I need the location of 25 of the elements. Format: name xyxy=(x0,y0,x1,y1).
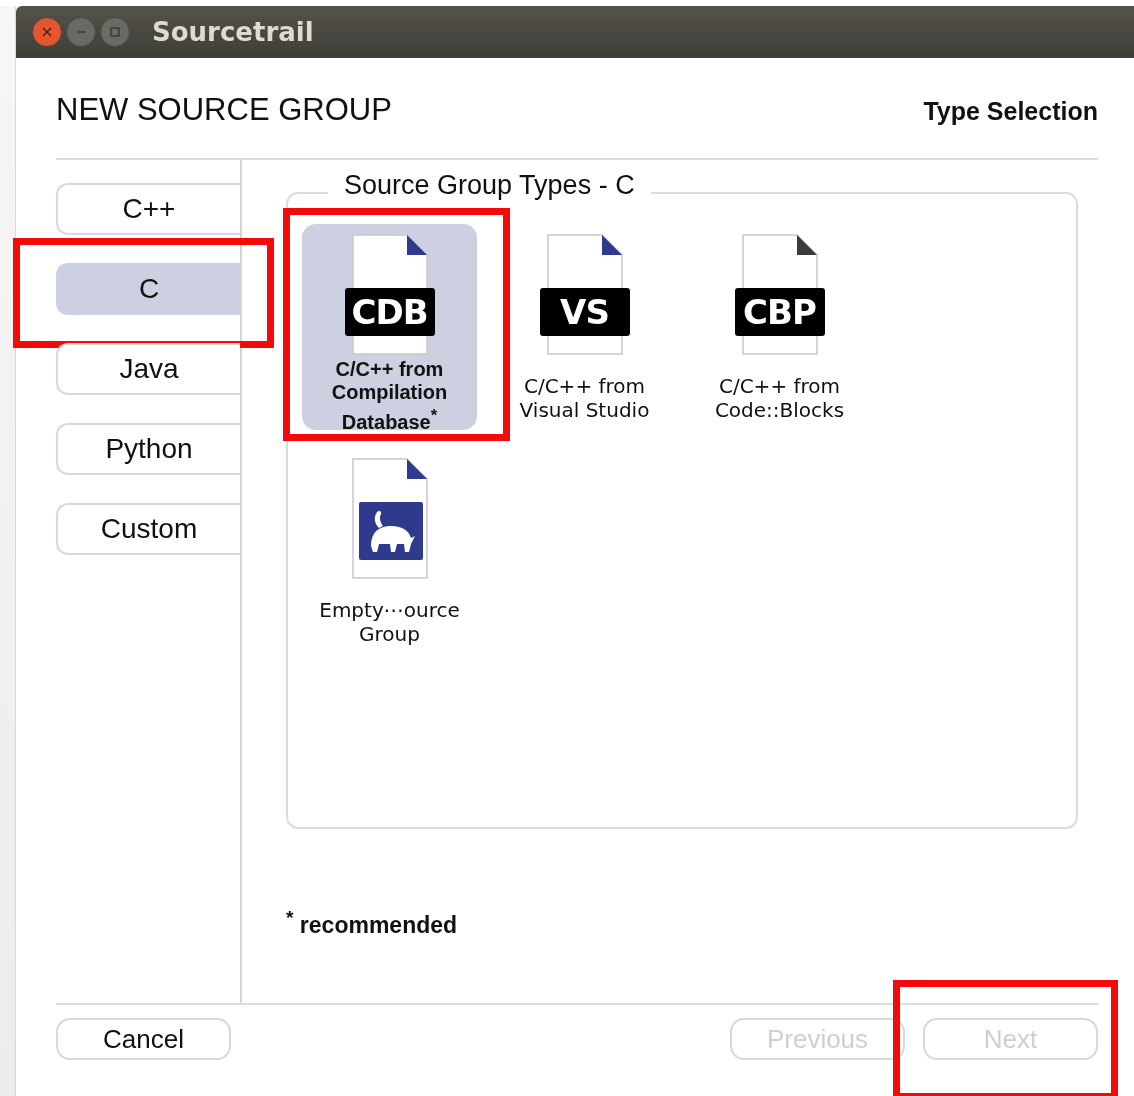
dialog-title: NEW SOURCE GROUP xyxy=(56,92,392,128)
tile-label: Empty⋯ource Group xyxy=(318,598,461,646)
maximize-button[interactable] xyxy=(100,17,130,47)
tile-label: C/C++ from Visual Studio xyxy=(518,374,651,422)
close-button[interactable] xyxy=(32,17,62,47)
language-tab[interactable]: Python xyxy=(56,423,240,475)
file-type-label: CBP xyxy=(734,288,825,336)
tile-label: C/C++ from Code::Blocks xyxy=(713,374,846,422)
dialog-button[interactable]: Cancel xyxy=(56,1018,231,1060)
language-tab[interactable]: Java xyxy=(56,343,240,395)
source-type-tile[interactable]: CDB C/C++ from Compilation Database$^{*}$ xyxy=(302,224,477,430)
source-type-tile[interactable]: CBP C/C++ from Code::Blocks xyxy=(692,224,867,430)
language-tab[interactable]: C++ xyxy=(56,183,240,235)
source-type-tile[interactable]: VS C/C++ from Visual Studio xyxy=(497,224,672,430)
source-type-tile[interactable]: Empty⋯ource Group xyxy=(302,448,477,654)
step-title: Type Selection xyxy=(923,97,1098,126)
maximize-icon xyxy=(109,26,121,38)
file-type-label: VS xyxy=(539,288,630,336)
language-tab[interactable]: Custom xyxy=(56,503,240,555)
footnote: $^{*}$ recommended xyxy=(286,907,459,939)
window-title: Sourcetrail xyxy=(152,17,314,47)
language-tab[interactable]: C xyxy=(56,263,240,315)
close-icon xyxy=(41,26,53,38)
file-type-label: CDB xyxy=(344,288,435,336)
minimize-button[interactable] xyxy=(66,17,96,47)
